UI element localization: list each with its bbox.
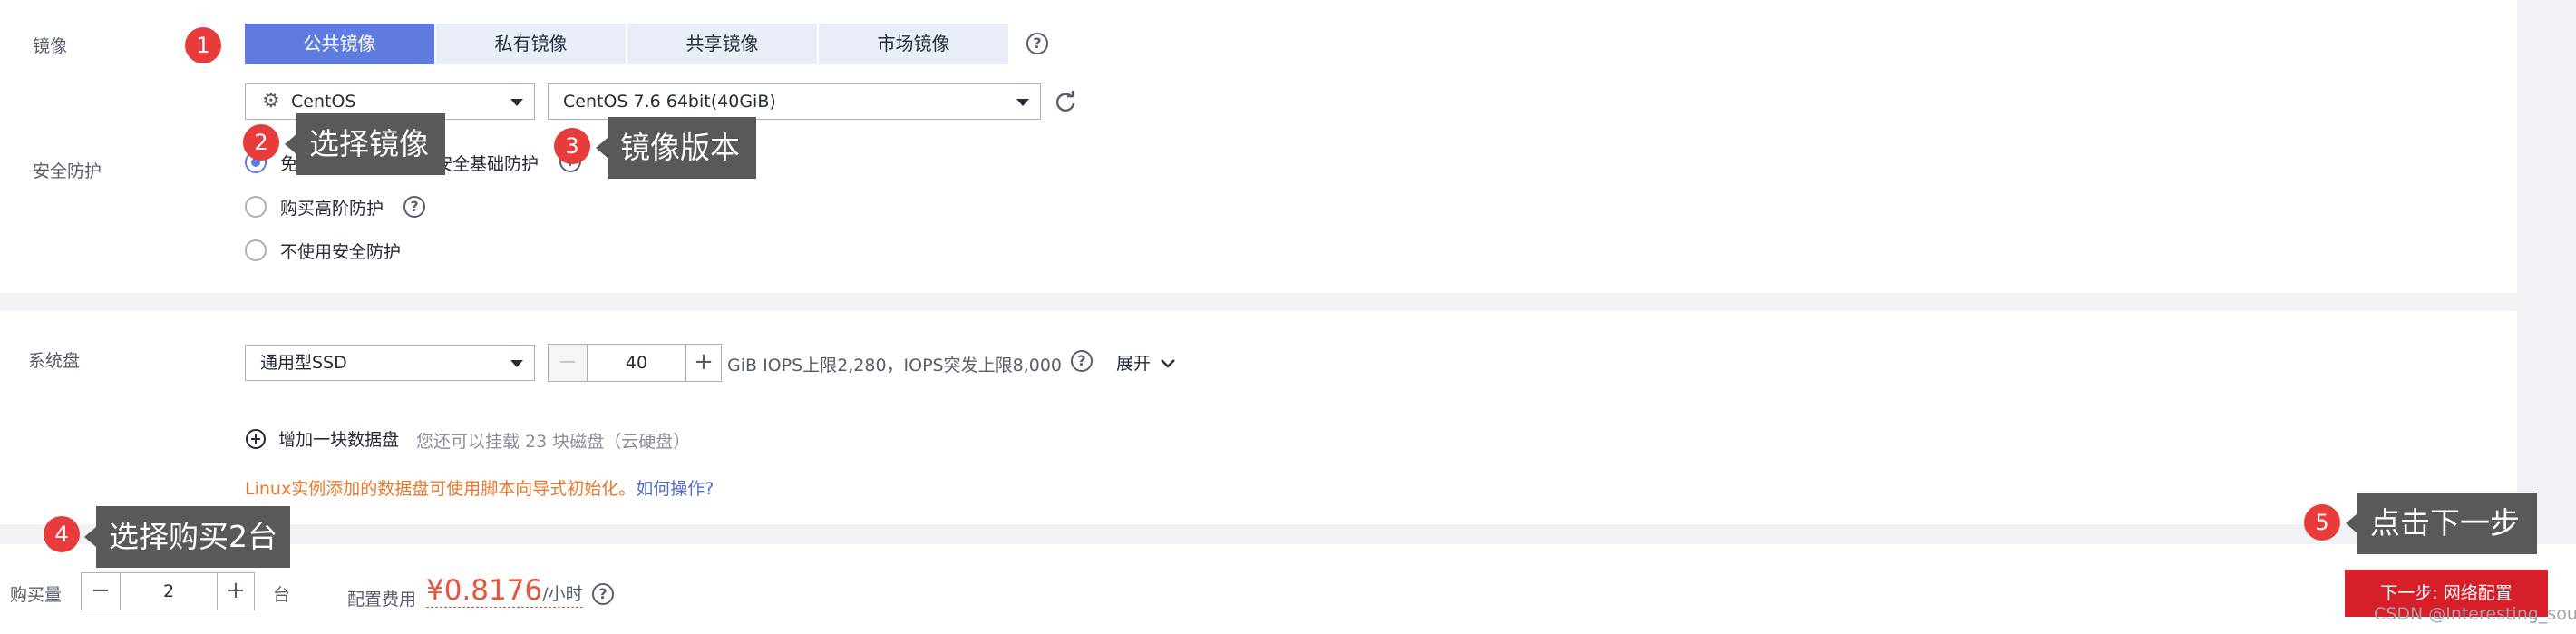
annotation-badge-3: 3	[554, 128, 590, 164]
expand-toggle[interactable]: 展开	[1116, 350, 1176, 375]
image-label: 镜像	[33, 36, 68, 56]
disk-size-input[interactable]: 40	[588, 344, 685, 382]
annotation-callout-3: 镜像版本	[596, 117, 756, 179]
chevron-down-icon	[510, 99, 523, 106]
annotation-callout-2: 选择镜像	[285, 113, 445, 175]
tab-private-image[interactable]: 私有镜像	[436, 24, 626, 64]
system-disk-label: 系统盘	[28, 351, 81, 371]
howto-link[interactable]: 如何操作?	[636, 479, 714, 499]
radio-no-protection[interactable]	[245, 239, 267, 261]
tab-public-image[interactable]: 公共镜像	[245, 24, 434, 64]
refresh-icon[interactable]	[1054, 90, 1077, 113]
watermark: CSDN @Interesting_soul	[2374, 604, 2576, 624]
annotation-badge-4: 4	[44, 516, 80, 552]
quantity-increment-button[interactable]: +	[217, 572, 255, 610]
fee-help-icon[interactable]: ?	[592, 583, 614, 605]
quantity-decrement-button[interactable]: −	[81, 572, 121, 610]
annotation-badge-1: 1	[185, 27, 221, 63]
fee-label: 配置费用	[347, 590, 417, 610]
tab-market-image[interactable]: 市场镜像	[819, 24, 1008, 64]
image-version-select[interactable]: CentOS 7.6 64bit(40GiB)	[548, 83, 1041, 120]
quantity-unit: 台	[273, 585, 291, 605]
add-disk-hint: 您还可以挂载 23 块磁盘（云硬盘）	[416, 432, 691, 452]
disk-help-icon[interactable]: ?	[1071, 350, 1093, 372]
option-advanced-protection: 购买高阶防护	[280, 199, 384, 219]
annotation-badge-5: 5	[2304, 504, 2340, 541]
price-unit: /小时	[542, 584, 583, 604]
linux-init-tip: Linux实例添加的数据盘可使用脚本向导式初始化。如何操作?	[245, 475, 714, 500]
disk-size-increment-button[interactable]: +	[685, 344, 722, 382]
image-help-icon[interactable]: ?	[1026, 33, 1048, 54]
plus-circle-icon	[246, 428, 266, 449]
advanced-help-icon[interactable]: ?	[403, 196, 425, 218]
disk-size-info: GiB IOPS上限2,280，IOPS突发上限8,000	[727, 356, 1063, 376]
annotation-callout-4: 选择购买2台	[84, 506, 290, 568]
gear-icon: ⚙	[262, 90, 280, 112]
annotation-callout-5: 点击下一步	[2346, 493, 2537, 554]
price-value: ¥0.8176	[426, 574, 543, 607]
chevron-down-icon	[1161, 359, 1175, 368]
image-version-value: CentOS 7.6 64bit(40GiB)	[563, 92, 776, 112]
radio-advanced-protection[interactable]	[245, 196, 267, 218]
chevron-down-icon	[1016, 99, 1029, 106]
tab-shared-image[interactable]: 共享镜像	[627, 24, 817, 64]
price: ¥0.8176/小时	[426, 574, 583, 608]
quantity-label: 购买量	[10, 585, 63, 605]
disk-type-select[interactable]: 通用型SSD	[245, 345, 535, 381]
add-data-disk-label: 增加一块数据盘	[278, 430, 400, 450]
add-data-disk-button[interactable]: 增加一块数据盘	[245, 426, 399, 451]
disk-size-decrement-button[interactable]: −	[548, 344, 588, 382]
chevron-down-icon	[510, 360, 523, 367]
security-label: 安全防护	[33, 161, 102, 181]
quantity-input[interactable]: 2	[121, 572, 217, 610]
os-select-value: CentOS	[291, 92, 356, 112]
option-no-protection: 不使用安全防护	[280, 242, 402, 262]
disk-type-value: 通用型SSD	[260, 353, 347, 373]
linux-init-tip-text: Linux实例添加的数据盘可使用脚本向导式初始化。	[245, 479, 637, 499]
annotation-badge-2: 2	[243, 124, 279, 161]
expand-label: 展开	[1116, 354, 1152, 374]
